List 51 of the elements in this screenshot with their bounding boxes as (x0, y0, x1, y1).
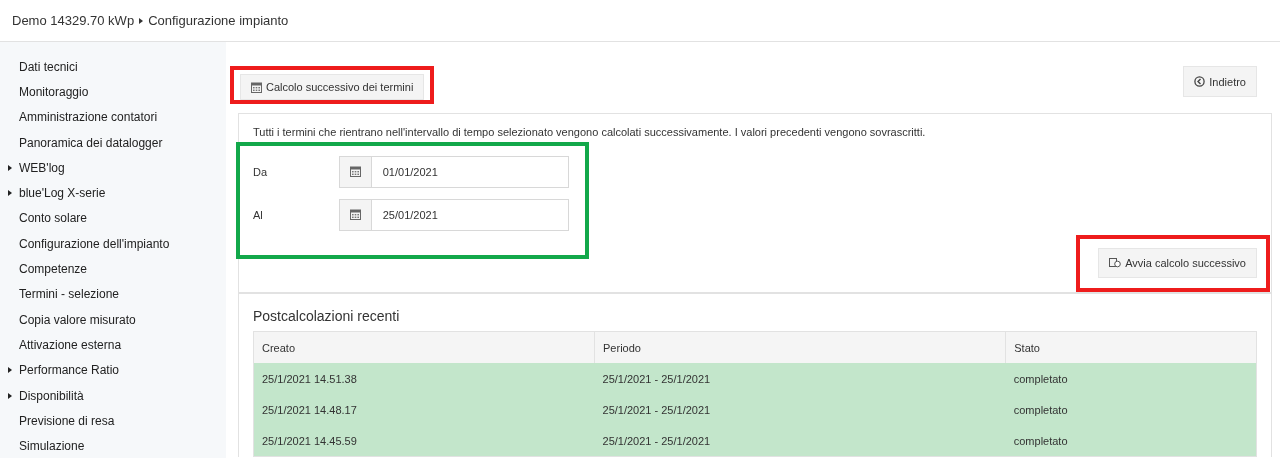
table-cell: completato (1005, 425, 1257, 457)
back-circle-icon (1194, 76, 1206, 87)
expand-arrow-icon[interactable] (8, 190, 12, 197)
sidebar-item[interactable]: Previsione di resa (19, 413, 115, 428)
sidebar-item[interactable]: Disponibilità (19, 388, 84, 403)
calendar-icon (349, 209, 361, 220)
sidebar-item[interactable]: Copia valore misurato (19, 312, 136, 327)
table-cell: 25/1/2021 - 25/1/2021 (594, 363, 1006, 394)
field-label: Da (253, 165, 269, 178)
sidebar-item[interactable]: Configurazione dell'impianto (19, 236, 170, 251)
sidebar-item[interactable]: Panoramica dei datalogger (19, 135, 163, 150)
expand-arrow-icon[interactable] (8, 367, 12, 374)
calendar-icon (349, 166, 361, 177)
column-header: Creato (253, 331, 595, 363)
sidebar-item[interactable]: WEB'log (19, 160, 65, 175)
page-title: Configurazione impianto (148, 13, 289, 28)
plant-name[interactable]: Demo 14329.70 kWp (12, 13, 135, 28)
date-field[interactable]: 01/01/2021 (371, 155, 569, 188)
sidebar-item[interactable]: Simulazione (19, 439, 85, 454)
date-field[interactable]: 25/01/2021 (371, 198, 569, 231)
sidebar-item[interactable]: Dati tecnici (19, 59, 78, 74)
sidebar-item[interactable]: Performance Ratio (19, 363, 120, 378)
sidebar-item[interactable]: Competenze (19, 262, 88, 276)
calendar-button[interactable] (338, 155, 372, 188)
section-title: Postcalcolazioni recenti (253, 307, 401, 326)
calendar-icon (251, 81, 262, 93)
table-cell: 25/1/2021 14.48.17 (253, 394, 595, 425)
sidebar-item[interactable]: Attivazione esterna (19, 337, 122, 352)
back-button[interactable]: Indietro (1183, 66, 1257, 97)
sidebar-item[interactable]: blue'Log X-serie (19, 186, 106, 201)
table-cell: 25/1/2021 14.51.38 (253, 363, 595, 394)
breadcrumb-arrow-icon (139, 17, 144, 24)
refresh-document-icon (1109, 258, 1122, 268)
column-header: Stato (1005, 331, 1257, 363)
sidebar-item[interactable]: Monitoraggio (19, 84, 89, 99)
sidebar-item[interactable]: Amministrazione contatori (19, 110, 158, 125)
table-cell: completato (1005, 394, 1257, 425)
calendar-button[interactable] (338, 198, 372, 231)
sidebar-item[interactable]: Termini - selezione (19, 287, 120, 302)
description-text: Tutti i termini che rientrano nell'intervallo di tempo selezionato vengono calcolati successivamente. I valori precedenti vengono sovrascritti. (253, 125, 927, 140)
sidebar-item[interactable]: Conto solare (19, 211, 88, 226)
start-calculation-button[interactable]: Avvia calcolo successivo (1098, 248, 1257, 278)
table-cell: 25/1/2021 - 25/1/2021 (594, 425, 1006, 457)
table-cell: completato (1005, 363, 1257, 394)
table-cell: 25/1/2021 14.45.59 (253, 425, 595, 457)
table-cell: 25/1/2021 - 25/1/2021 (594, 394, 1006, 425)
expand-arrow-icon[interactable] (8, 164, 12, 171)
calc-terms-button[interactable]: Calcolo successivo dei termini (240, 74, 425, 100)
column-header: Periodo (594, 331, 1006, 363)
field-label: Al (253, 208, 264, 221)
expand-arrow-icon[interactable] (8, 392, 12, 399)
